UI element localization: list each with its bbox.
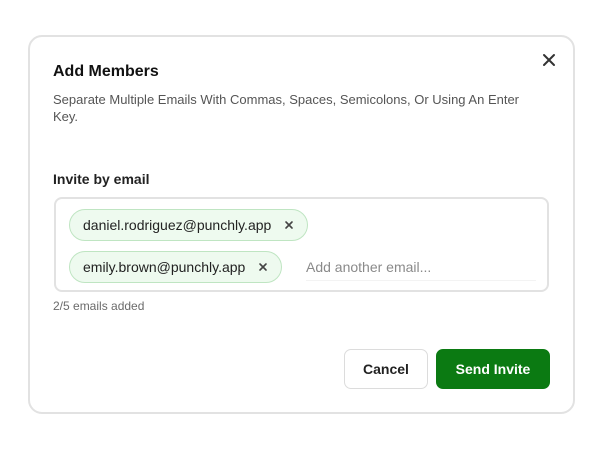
email-chip: emily.brown@punchly.app: [69, 251, 283, 283]
dialog-title: Add Members: [53, 63, 159, 80]
add-members-dialog: Add Members Separate Multiple Emails Wit…: [28, 35, 575, 414]
emails-added-counter: 2/5 emails added: [53, 299, 145, 313]
email-chip-input[interactable]: daniel.rodriguez@punchly.app emily.brown…: [54, 197, 549, 292]
close-icon[interactable]: [283, 219, 295, 231]
add-email-input[interactable]: [306, 254, 536, 280]
dialog-subtitle: Separate Multiple Emails With Commas, Sp…: [53, 92, 520, 124]
cancel-button[interactable]: Cancel: [344, 349, 428, 389]
email-chip: daniel.rodriguez@punchly.app: [69, 209, 309, 241]
send-invite-button[interactable]: Send Invite: [436, 349, 550, 389]
close-icon[interactable]: [540, 51, 558, 69]
invite-by-email-label: Invite by email: [53, 171, 150, 187]
email-chip-text: daniel.rodriguez@punchly.app: [83, 217, 272, 233]
email-chip-text: emily.brown@punchly.app: [83, 259, 246, 275]
close-icon[interactable]: [257, 261, 269, 273]
